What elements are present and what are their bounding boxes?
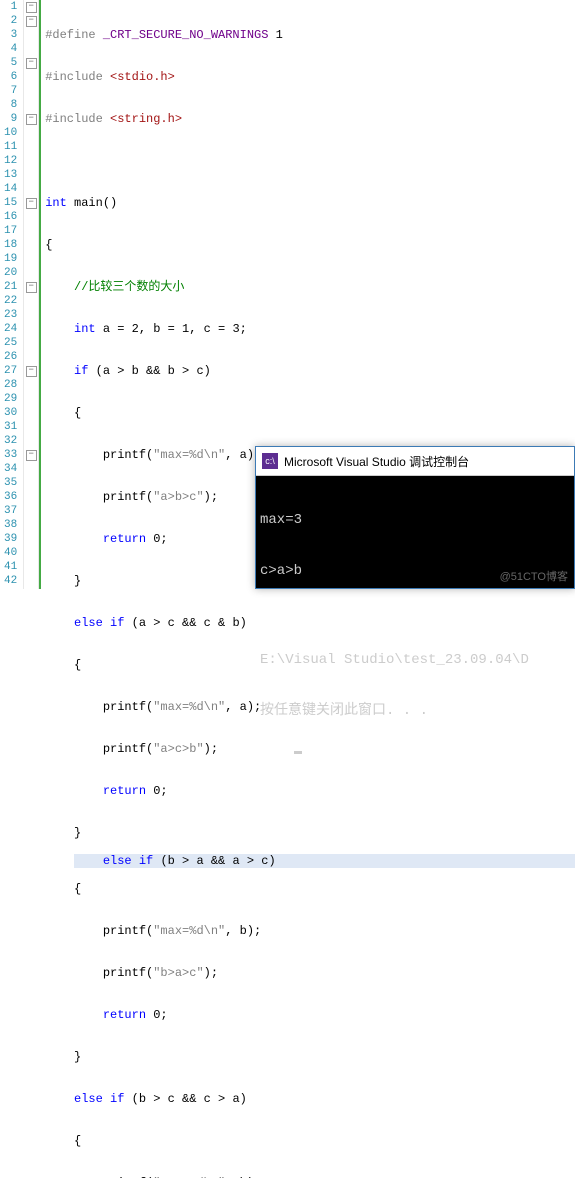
fold-icon: − xyxy=(26,450,37,461)
console-line: 按任意键关闭此窗口. . . xyxy=(260,703,570,720)
watermark-text: @51CTO博客 xyxy=(500,568,568,584)
console-titlebar[interactable]: c:\ Microsoft Visual Studio 调试控制台 xyxy=(256,447,574,476)
fold-column[interactable]: − − − − − − − − xyxy=(24,0,39,589)
console-output: max=3 c>a>b E:\Visual Studio\test_23.09.… xyxy=(256,476,574,773)
console-title: Microsoft Visual Studio 调试控制台 xyxy=(284,453,469,470)
fold-icon: − xyxy=(26,114,37,125)
fold-icon: − xyxy=(26,366,37,377)
line-number-gutter: 1234567891011121314151617181920212223242… xyxy=(0,0,24,589)
fold-icon: − xyxy=(26,282,37,293)
fold-icon: − xyxy=(26,198,37,209)
fold-icon: − xyxy=(26,16,37,27)
debug-console-window[interactable]: c:\ Microsoft Visual Studio 调试控制台 max=3 … xyxy=(255,446,575,589)
fold-icon: − xyxy=(26,58,37,69)
fold-icon: − xyxy=(26,2,37,13)
console-line: max=3 xyxy=(260,512,570,529)
vs-icon: c:\ xyxy=(262,453,278,469)
cursor-icon xyxy=(294,751,302,754)
console-line: E:\Visual Studio\test_23.09.04\D xyxy=(260,652,570,669)
